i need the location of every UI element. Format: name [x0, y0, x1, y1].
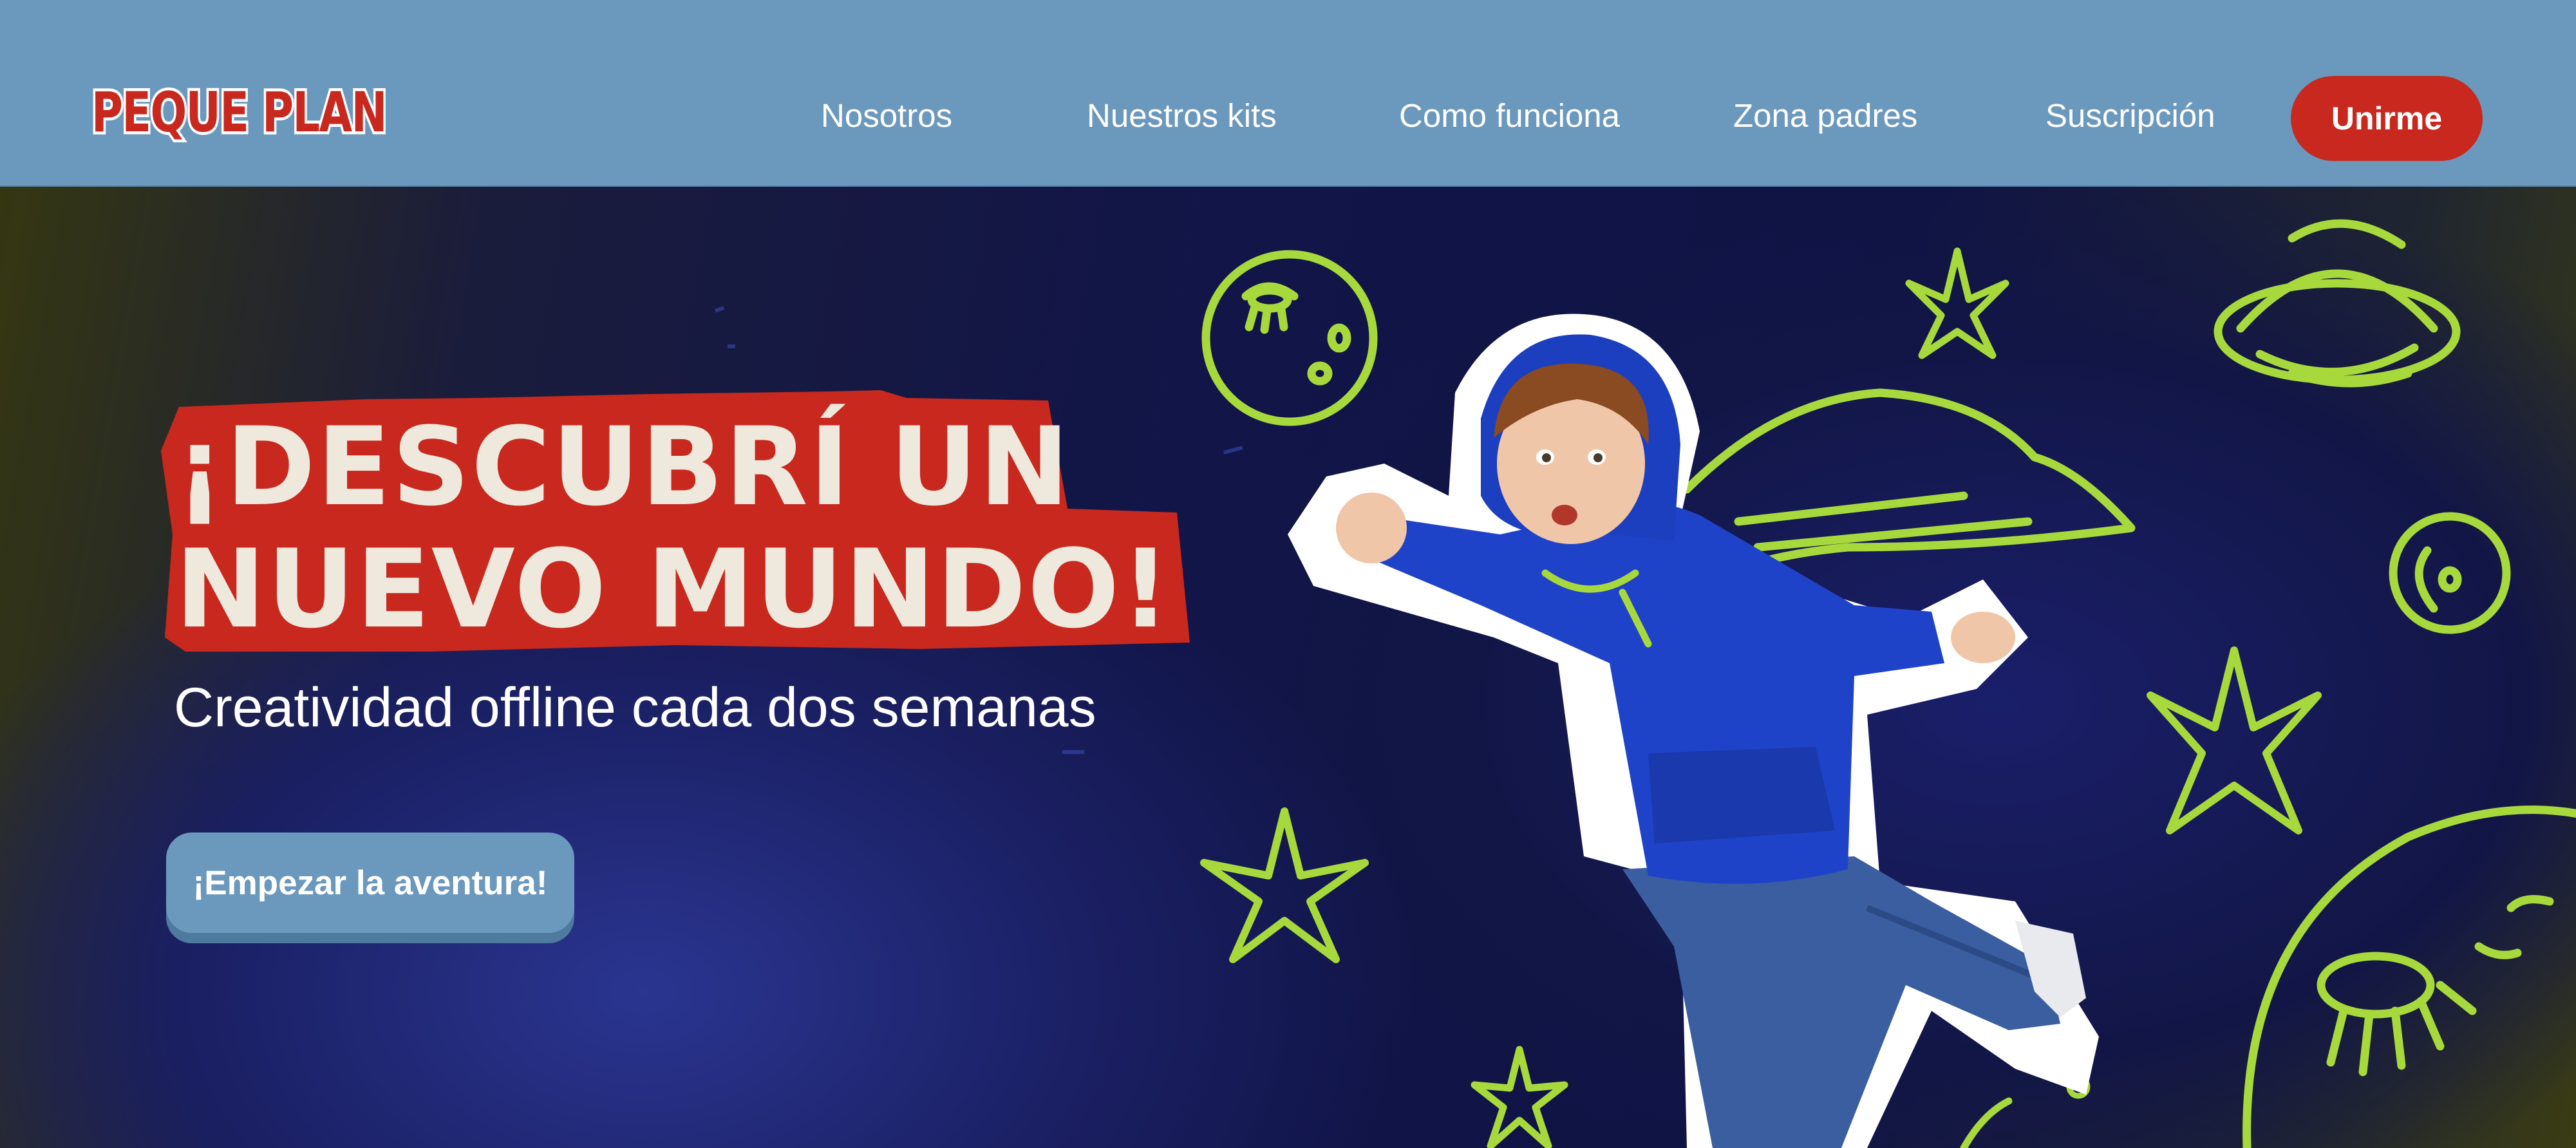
kid-illustration: [1288, 314, 2099, 1148]
logo-text: PEQUE PLAN: [91, 80, 386, 145]
planet-icon: [2242, 805, 2576, 1148]
star-icon: [2147, 646, 2322, 834]
nav-link-como-funciona[interactable]: Como funciona: [1399, 97, 1620, 135]
logo-mark: PEQUE PLAN: [89, 78, 391, 147]
hero-headline: ¡DESCUBRÍ UN NUEVO MUNDO!: [175, 406, 1205, 650]
page: PEQUE PLAN Nosotros Nuestros kits Como f…: [0, 0, 2576, 1148]
hero-subtitle: Creatividad offline cada dos semanas: [174, 677, 1096, 739]
hero-banner: ¡DESCUBRÍ UN NUEVO MUNDO! Creatividad of…: [0, 187, 2576, 1148]
start-adventure-button[interactable]: ¡Empezar la aventura!: [166, 833, 574, 933]
flying-kid-image: [1288, 303, 2125, 1148]
nav-link-nuestros-kits[interactable]: Nuestros kits: [1087, 97, 1277, 135]
top-navbar: PEQUE PLAN Nosotros Nuestros kits Como f…: [0, 0, 2576, 187]
headline-line-2: NUEVO MUNDO!: [175, 526, 1172, 652]
join-button[interactable]: Unirme: [2291, 76, 2483, 161]
nav-link-nosotros[interactable]: Nosotros: [821, 97, 952, 135]
nav-link-suscripcion[interactable]: Suscripción: [2045, 97, 2215, 135]
nav-link-zona-padres[interactable]: Zona padres: [1733, 97, 1917, 135]
headline-line-1: ¡DESCUBRÍ UN: [175, 404, 1071, 530]
peque-plan-logo[interactable]: PEQUE PLAN: [88, 76, 391, 147]
planet-icon: [2389, 512, 2511, 634]
ufo-icon: [2214, 219, 2461, 388]
